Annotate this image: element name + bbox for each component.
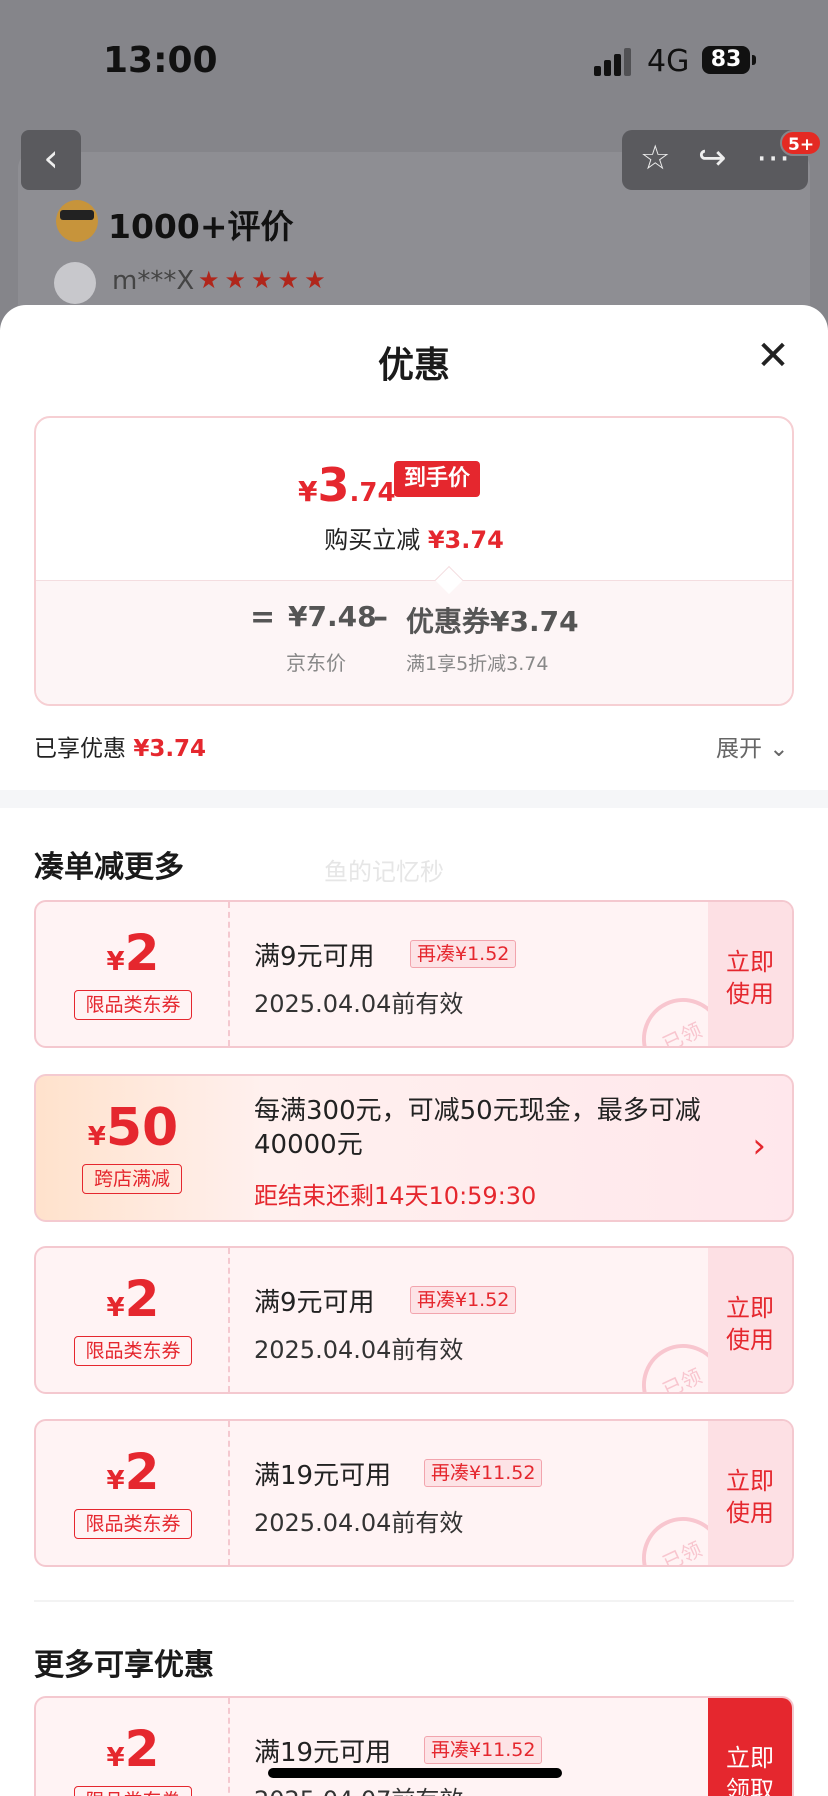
price-breakdown [36,580,792,704]
watermark: 鱼的记忆秒 [324,858,444,886]
claim-now-button[interactable]: 立即 领取 [708,1698,792,1796]
coupon-card[interactable]: ¥2 限品类东券 满19元可用 再凑¥11.52 2025.04.04前有效 已… [34,1419,794,1567]
jd-price: ¥7.48 [288,600,377,633]
star-icon[interactable]: ☆ [640,138,670,178]
coupon-topup-tag: 再凑¥11.52 [424,1459,543,1487]
coupon-amount: ¥2 [106,1270,160,1328]
final-price-tag: 到手价 [394,461,481,497]
coupon-card[interactable]: ¥2 限品类东券 满9元可用 再凑¥1.52 2025.04.04前有效 已领 … [34,1246,794,1394]
enjoyed-discount: 已享优惠 ¥3.74 [34,736,207,762]
network-label: 4G [647,44,690,79]
promo-card[interactable]: ¥50 跨店满减 每满300元，可减50元现金，最多可减40000元 距结束还剩… [34,1074,794,1222]
expand-button[interactable]: 展开 ⌄ [716,729,789,763]
coupon-condition: 满19元可用 [254,1738,392,1768]
coupon-deduction-label: 满1享5折减3.74 [406,653,549,675]
coupon-kind: 限品类东券 [74,1509,192,1539]
coupon-expiry: 2025.04.07前有效 [254,1780,463,1796]
coupon-left: ¥2 限品类东券 [36,902,230,1046]
minus-sign: – [373,600,388,635]
coupon-deduction: 优惠券¥3.74 [406,605,579,638]
coupon-kind: 限品类东券 [74,1786,192,1796]
coupon-amount: ¥2 [106,924,160,982]
promo-left: ¥50 跨店满减 [36,1076,230,1220]
home-indicator [268,1768,562,1778]
battery-icon: 83 [702,46,750,74]
top-bar: ‹ ☆ ↪ ⋯ [0,130,828,190]
section-divider [0,790,828,808]
avatar [54,262,96,304]
coupon-amount: ¥2 [106,1720,160,1778]
coupon-expiry: 2025.04.04前有效 [254,990,464,1018]
promo-amount: ¥50 [87,1098,179,1158]
review-count[interactable]: 1000+评价 [108,200,294,248]
coupon-topup-tag: 再凑¥11.52 [424,1736,543,1764]
sunglasses-emoji-icon [56,200,98,242]
coupon-topup-tag: 再凑¥1.52 [410,940,517,968]
promo-kind: 跨店满减 [82,1164,182,1194]
chevron-right-icon[interactable]: › [752,1126,766,1166]
signal-icon [594,48,634,76]
coupon-left: ¥2 限品类东券 [36,1421,230,1565]
coupon-kind: 限品类东券 [74,990,192,1020]
coupon-expiry: 2025.04.04前有效 [254,1336,464,1364]
rating-stars: ★★★★★ [198,266,331,294]
equals-sign: = [250,600,276,635]
battery-tip [752,55,756,65]
coupon-expiry: 2025.04.04前有效 [254,1509,464,1537]
coupon-topup-tag: 再凑¥1.52 [410,1286,517,1314]
status-bar: 13:00 4G 83 [0,0,828,120]
promo-description: 每满300元，可减50元现金，最多可减40000元 [254,1096,701,1160]
use-now-button[interactable]: 立即 使用 [708,1421,792,1565]
use-now-button[interactable]: 立即 使用 [708,902,792,1046]
close-button[interactable]: ✕ [752,336,794,378]
coupon-left: ¥2 限品类东券 [36,1248,230,1392]
coupon-card[interactable]: ¥2 限品类东券 满9元可用 再凑¥1.52 2025.04.04前有效 已领 … [34,900,794,1048]
message-badge: 5+ [780,130,823,156]
final-price: ¥3.74 [298,458,396,512]
review-user: m***X [112,266,195,296]
coupon-card[interactable]: ¥2 限品类东券 满19元可用 再凑¥11.52 2025.04.07前有效 立… [34,1696,794,1796]
coupon-condition: 满19元可用 [254,1461,392,1491]
coupon-condition: 满9元可用 [254,1288,375,1318]
section-title-more-enjoy: 更多可享优惠 [34,1648,214,1683]
separator [34,1600,794,1602]
use-now-button[interactable]: 立即 使用 [708,1248,792,1392]
coupon-kind: 限品类东券 [74,1336,192,1366]
sheet-title: 优惠 [377,345,450,386]
share-icon[interactable]: ↪ [698,138,727,178]
status-time: 13:00 [103,40,218,81]
coupon-left: ¥2 限品类东券 [36,1698,230,1796]
back-button[interactable]: ‹ [21,130,81,190]
jd-price-label: 京东价 [286,651,346,675]
coupon-amount: ¥2 [106,1443,160,1501]
section-title-more-deals: 凑单减更多 [34,850,184,885]
promo-countdown: 距结束还剩14天10:59:30 [254,1182,537,1210]
coupon-condition: 满9元可用 [254,942,375,972]
reduce-line: 购买立减 ¥3.74 [324,526,504,554]
